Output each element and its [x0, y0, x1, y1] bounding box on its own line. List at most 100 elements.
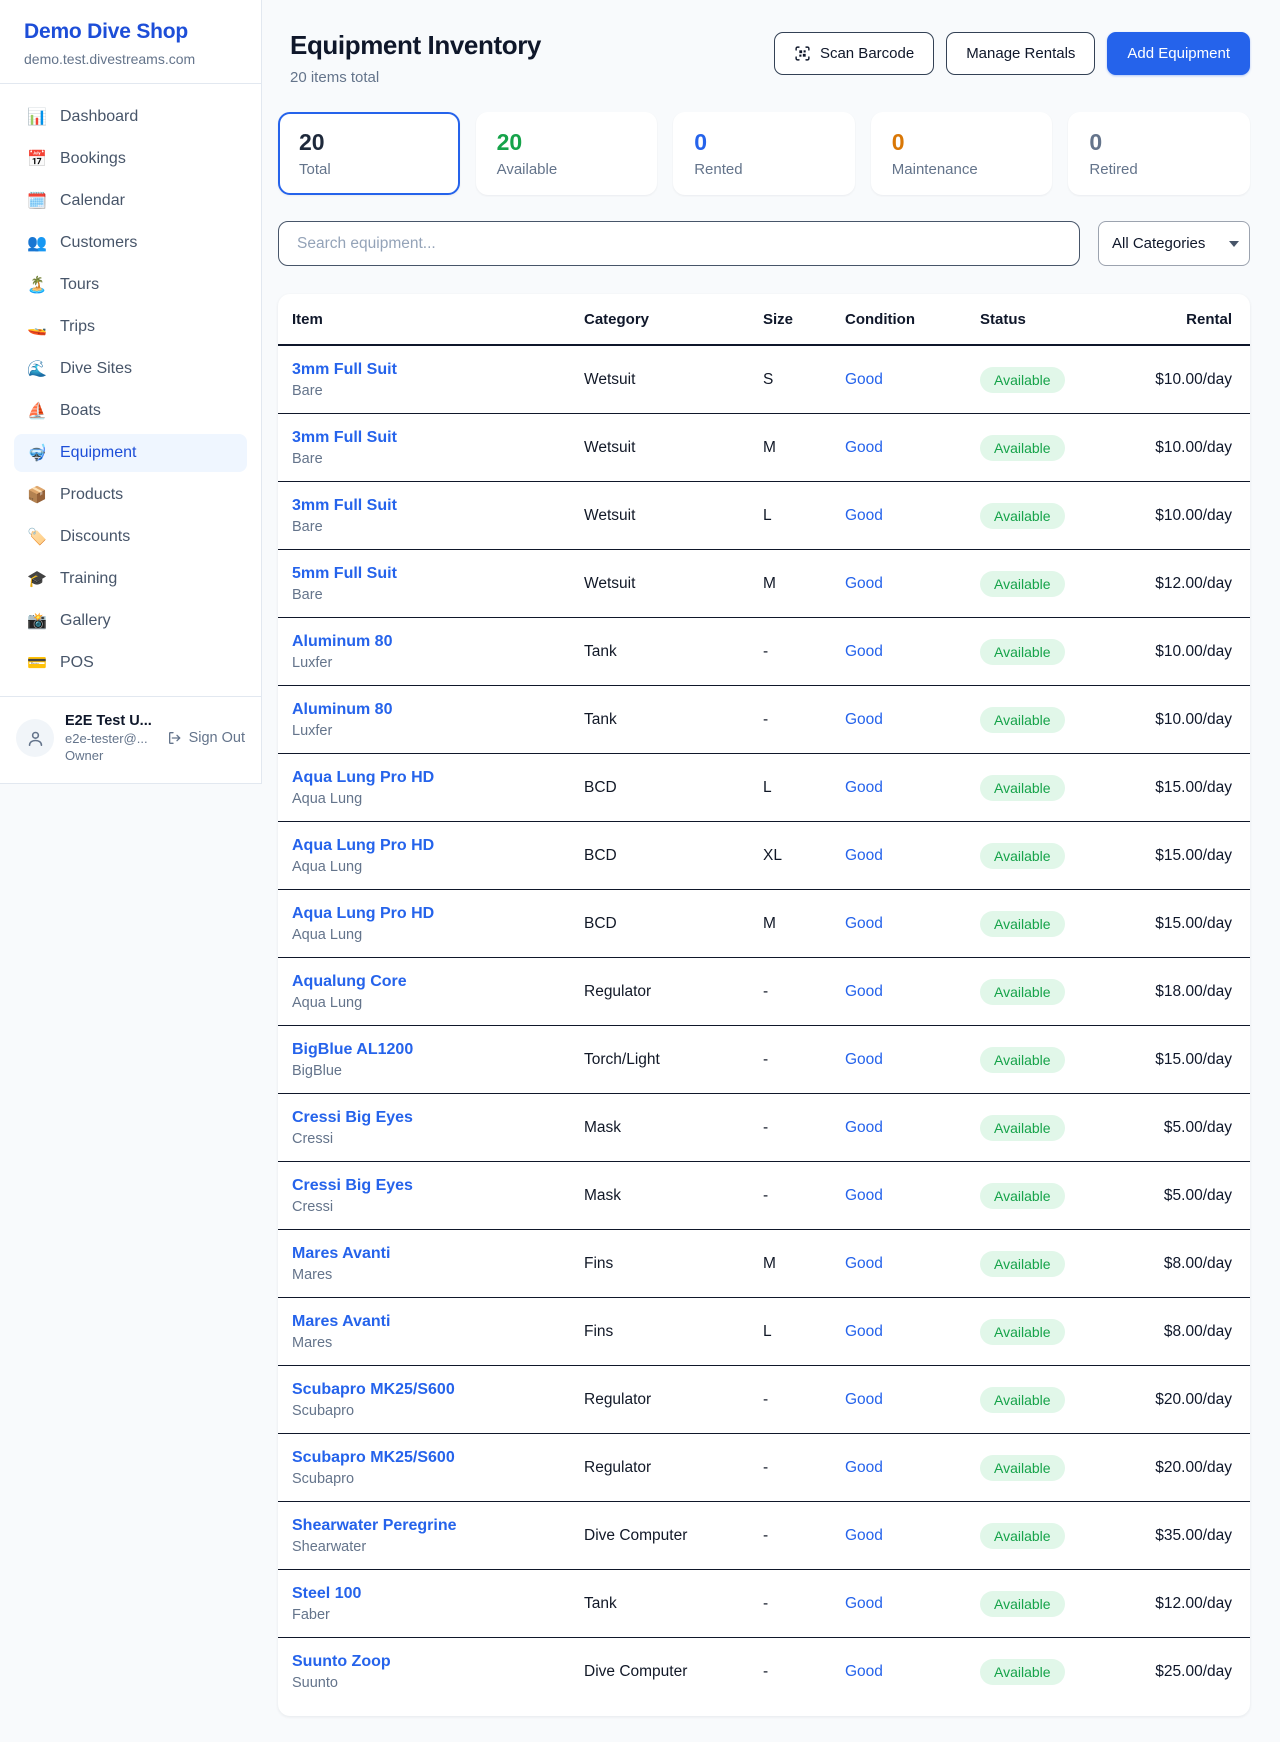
search-input[interactable]	[278, 221, 1080, 266]
item-name-link[interactable]: BigBlue AL1200	[292, 1041, 413, 1059]
item-name-link[interactable]: 3mm Full Suit	[292, 497, 397, 515]
sidebar-item-gallery[interactable]: 📸 Gallery	[14, 602, 247, 640]
scan-barcode-button[interactable]: Scan Barcode	[774, 32, 934, 75]
condition-link[interactable]: Good	[845, 371, 883, 388]
size-cell: -	[763, 711, 845, 729]
condition-link[interactable]: Good	[845, 1187, 883, 1204]
size-cell: S	[763, 371, 845, 389]
condition-link[interactable]: Good	[845, 1051, 883, 1068]
sidebar-item-products[interactable]: 📦 Products	[14, 476, 247, 514]
manage-rentals-button[interactable]: Manage Rentals	[946, 32, 1095, 75]
condition-link[interactable]: Good	[845, 1527, 883, 1544]
item-name-link[interactable]: Aluminum 80	[292, 633, 392, 651]
condition-link[interactable]: Good	[845, 983, 883, 1000]
stat-card-total[interactable]: 20 Total	[278, 112, 460, 195]
rental-cell: $10.00/day	[1090, 507, 1250, 525]
item-name-link[interactable]: Cressi Big Eyes	[292, 1109, 413, 1127]
category-cell: Regulator	[584, 983, 763, 1001]
sidebar-item-dashboard-icon: 📊	[26, 107, 48, 127]
add-equipment-label: Add Equipment	[1127, 45, 1230, 62]
stat-card-maintenance[interactable]: 0 Maintenance	[871, 112, 1053, 195]
item-name-link[interactable]: Aqua Lung Pro HD	[292, 769, 434, 787]
status-badge: Available	[980, 639, 1065, 665]
rental-cell: $5.00/day	[1090, 1187, 1250, 1205]
condition-link[interactable]: Good	[845, 1459, 883, 1476]
sidebar-item-customers[interactable]: 👥 Customers	[14, 224, 247, 262]
stat-card-rented[interactable]: 0 Rented	[673, 112, 855, 195]
status-badge: Available	[980, 1047, 1065, 1073]
item-name-link[interactable]: Shearwater Peregrine	[292, 1517, 457, 1535]
sidebar-item-trips[interactable]: 🚤 Trips	[14, 308, 247, 346]
sidebar-item-trips-icon: 🚤	[26, 317, 48, 337]
status-badge: Available	[980, 911, 1065, 937]
size-cell: M	[763, 915, 845, 933]
add-equipment-button[interactable]: Add Equipment	[1107, 32, 1250, 75]
brand-name: Demo Dive Shop	[24, 20, 237, 44]
rental-cell: $10.00/day	[1090, 439, 1250, 457]
condition-link[interactable]: Good	[845, 847, 883, 864]
item-name-link[interactable]: Scubapro MK25/S600	[292, 1381, 455, 1399]
item-brand: Luxfer	[292, 723, 576, 739]
sidebar-item-boats[interactable]: ⛵ Boats	[14, 392, 247, 430]
stat-card-retired[interactable]: 0 Retired	[1068, 112, 1250, 195]
table-row: 5mm Full Suit Bare Wetsuit M Good Availa…	[278, 550, 1250, 618]
item-name-link[interactable]: Suunto Zoop	[292, 1653, 391, 1671]
item-name-link[interactable]: Aluminum 80	[292, 701, 392, 719]
rental-cell: $12.00/day	[1090, 575, 1250, 593]
condition-link[interactable]: Good	[845, 1663, 883, 1680]
category-cell: Dive Computer	[584, 1527, 763, 1545]
sidebar-item-equipment[interactable]: 🤿 Equipment	[14, 434, 247, 472]
stat-label: Rented	[694, 161, 834, 178]
barcode-scan-icon	[794, 45, 811, 62]
condition-link[interactable]: Good	[845, 507, 883, 524]
sign-out-button[interactable]: Sign Out	[167, 730, 245, 746]
condition-link[interactable]: Good	[845, 1595, 883, 1612]
condition-link[interactable]: Good	[845, 1119, 883, 1136]
rental-cell: $10.00/day	[1090, 711, 1250, 729]
sidebar-nav: 📊 Dashboard 📅 Bookings 🗓️ Calendar 👥 Cus…	[0, 83, 261, 696]
status-badge: Available	[980, 1523, 1065, 1549]
sidebar-item-bookings[interactable]: 📅 Bookings	[14, 140, 247, 178]
condition-link[interactable]: Good	[845, 779, 883, 796]
stat-card-available[interactable]: 20 Available	[476, 112, 658, 195]
item-name-link[interactable]: 3mm Full Suit	[292, 429, 397, 447]
condition-link[interactable]: Good	[845, 575, 883, 592]
table-row: Aqualung Core Aqua Lung Regulator - Good…	[278, 958, 1250, 1026]
category-select[interactable]: All Categories	[1098, 221, 1250, 266]
sidebar-item-calendar[interactable]: 🗓️ Calendar	[14, 182, 247, 220]
item-name-link[interactable]: Mares Avanti	[292, 1245, 390, 1263]
item-name-link[interactable]: Aqua Lung Pro HD	[292, 837, 434, 855]
item-name-link[interactable]: Steel 100	[292, 1585, 361, 1603]
size-cell: L	[763, 507, 845, 525]
table-row: Aqua Lung Pro HD Aqua Lung BCD L Good Av…	[278, 754, 1250, 822]
condition-link[interactable]: Good	[845, 711, 883, 728]
sidebar-item-tours[interactable]: 🏝️ Tours	[14, 266, 247, 304]
item-name-link[interactable]: Scubapro MK25/S600	[292, 1449, 455, 1467]
sidebar-item-discounts[interactable]: 🏷️ Discounts	[14, 518, 247, 556]
condition-link[interactable]: Good	[845, 643, 883, 660]
sidebar-item-training[interactable]: 🎓 Training	[14, 560, 247, 598]
item-name-link[interactable]: Aqualung Core	[292, 973, 407, 991]
sidebar-item-label: Calendar	[60, 192, 125, 210]
item-name-link[interactable]: Aqua Lung Pro HD	[292, 905, 434, 923]
condition-link[interactable]: Good	[845, 1255, 883, 1272]
item-brand: Mares	[292, 1267, 576, 1283]
item-name-link[interactable]: Mares Avanti	[292, 1313, 390, 1331]
category-cell: Torch/Light	[584, 1051, 763, 1069]
stat-label: Available	[497, 161, 637, 178]
size-cell: -	[763, 1187, 845, 1205]
sidebar-item-dive-sites[interactable]: 🌊 Dive Sites	[14, 350, 247, 388]
sidebar: Demo Dive Shop demo.test.divestreams.com…	[0, 0, 262, 784]
item-name-link[interactable]: 3mm Full Suit	[292, 361, 397, 379]
category-cell: Wetsuit	[584, 507, 763, 525]
condition-link[interactable]: Good	[845, 1391, 883, 1408]
condition-link[interactable]: Good	[845, 915, 883, 932]
status-badge: Available	[980, 1319, 1065, 1345]
condition-link[interactable]: Good	[845, 439, 883, 456]
sidebar-item-pos[interactable]: 💳 POS	[14, 644, 247, 682]
size-cell: -	[763, 1527, 845, 1545]
sidebar-item-dashboard[interactable]: 📊 Dashboard	[14, 98, 247, 136]
condition-link[interactable]: Good	[845, 1323, 883, 1340]
item-name-link[interactable]: 5mm Full Suit	[292, 565, 397, 583]
item-name-link[interactable]: Cressi Big Eyes	[292, 1177, 413, 1195]
